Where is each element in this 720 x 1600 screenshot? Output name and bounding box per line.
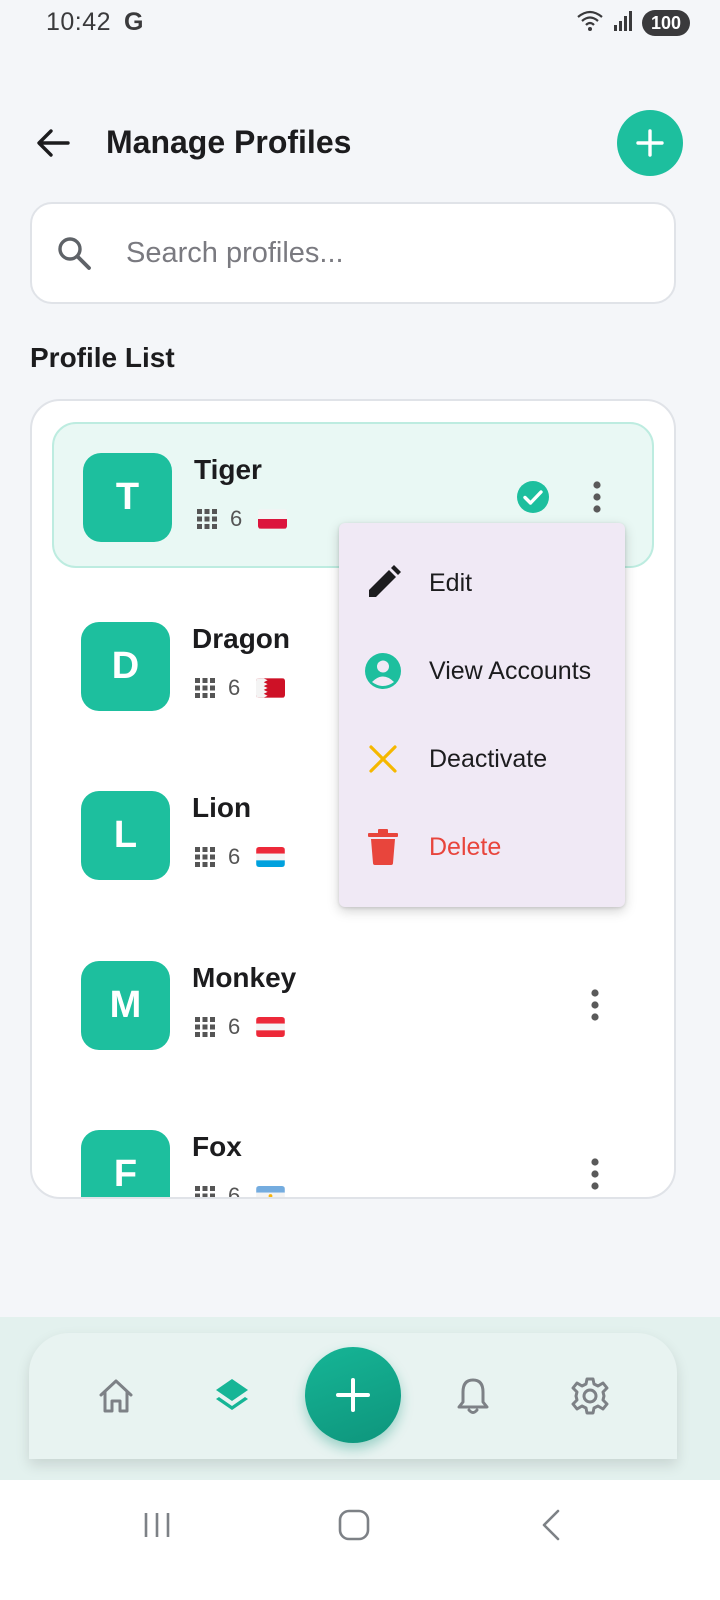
profile-count: 6 [228,844,241,869]
nav-home-button[interactable] [92,1372,140,1420]
more-vertical-icon [593,481,601,513]
home-square-icon [338,1509,370,1541]
profile-meta: 6 [194,1012,286,1042]
add-button[interactable] [305,1347,401,1443]
menu-item-deactivate[interactable]: Deactivate [339,715,625,803]
nav-notifications-button[interactable] [449,1372,497,1420]
profile-context-menu: Edit View Accounts Deactivate Delete [339,523,625,907]
profile-count: 6 [228,675,241,700]
grid-icon [195,678,215,698]
trash-icon [363,827,403,867]
page-title: Manage Profiles [106,124,352,160]
more-options-button[interactable] [580,982,610,1028]
avatar: D [81,622,170,711]
profile-name: Lion [192,792,252,823]
close-icon [363,739,403,779]
section-title: Profile List [30,342,175,373]
profile-count: 6 [228,1183,241,1199]
menu-item-delete[interactable]: Delete [339,803,625,891]
search-icon [56,235,114,271]
more-vertical-icon [591,1158,599,1190]
menu-label: Delete [429,832,502,861]
search-input[interactable] [126,236,606,270]
more-vertical-icon [591,989,599,1021]
menu-label: View Accounts [429,656,592,685]
flag-bahrain-icon [256,678,286,698]
recent-apps-icon [144,1513,170,1537]
profile-meta: 6 [196,504,288,534]
flag-austria-icon [256,1017,286,1037]
check-circle-icon [517,481,549,513]
avatar: M [81,961,170,1050]
profile-count: 6 [230,506,243,531]
profile-row-fox[interactable]: F Fox 6 [52,1101,654,1199]
back-button[interactable] [30,120,76,166]
status-time: 10:42 [46,8,112,36]
menu-label: Deactivate [429,744,548,773]
chevron-left-icon [542,1509,560,1541]
more-options-button[interactable] [580,1151,610,1197]
profile-meta: 6 [194,673,286,703]
nav-profiles-button[interactable] [208,1372,256,1420]
profile-name: Dragon [192,623,290,654]
profile-name: Fox [192,1131,242,1162]
search-bar[interactable] [30,202,676,304]
profile-meta: 6 [194,842,286,872]
home-system-button[interactable] [324,1500,384,1550]
nav-settings-button[interactable] [566,1372,614,1420]
account-circle-icon [363,651,403,691]
carrier-icon: G [124,8,144,36]
layers-icon [216,1379,248,1410]
grid-icon [195,1186,215,1197]
flag-luxembourg-icon [256,847,286,867]
signal-icon [612,10,634,37]
plus-icon [336,1378,370,1412]
grid-icon [195,847,215,867]
profile-meta: 6 [194,1181,286,1199]
arrow-left-icon [37,129,70,157]
profile-name: Tiger [194,454,262,485]
avatar: L [81,791,170,880]
status-icons: 100 [576,10,690,36]
pencil-icon [363,563,403,603]
more-options-button[interactable] [582,474,612,520]
status-bar: 10:42 G 100 [0,0,720,48]
system-back-button[interactable] [521,1500,581,1550]
profile-row-monkey[interactable]: M Monkey 6 [52,932,654,1078]
menu-item-view-accounts[interactable]: View Accounts [339,627,625,715]
profile-name: Monkey [192,962,297,993]
menu-label: Edit [429,568,473,597]
grid-icon [197,509,217,529]
profile-count: 6 [228,1014,241,1039]
wifi-icon [576,9,604,38]
bell-icon [457,1378,489,1414]
add-profile-button[interactable] [617,110,683,176]
home-icon [99,1379,133,1413]
gear-icon [571,1377,609,1415]
flag-argentina-icon [256,1186,286,1197]
recent-apps-button[interactable] [127,1500,187,1550]
menu-item-edit[interactable]: Edit [339,539,625,627]
flag-poland-icon [258,509,288,529]
avatar: F [81,1130,170,1197]
plus-icon [636,129,664,157]
battery-icon: 100 [641,10,690,36]
avatar: T [83,453,172,542]
grid-icon [195,1017,215,1037]
